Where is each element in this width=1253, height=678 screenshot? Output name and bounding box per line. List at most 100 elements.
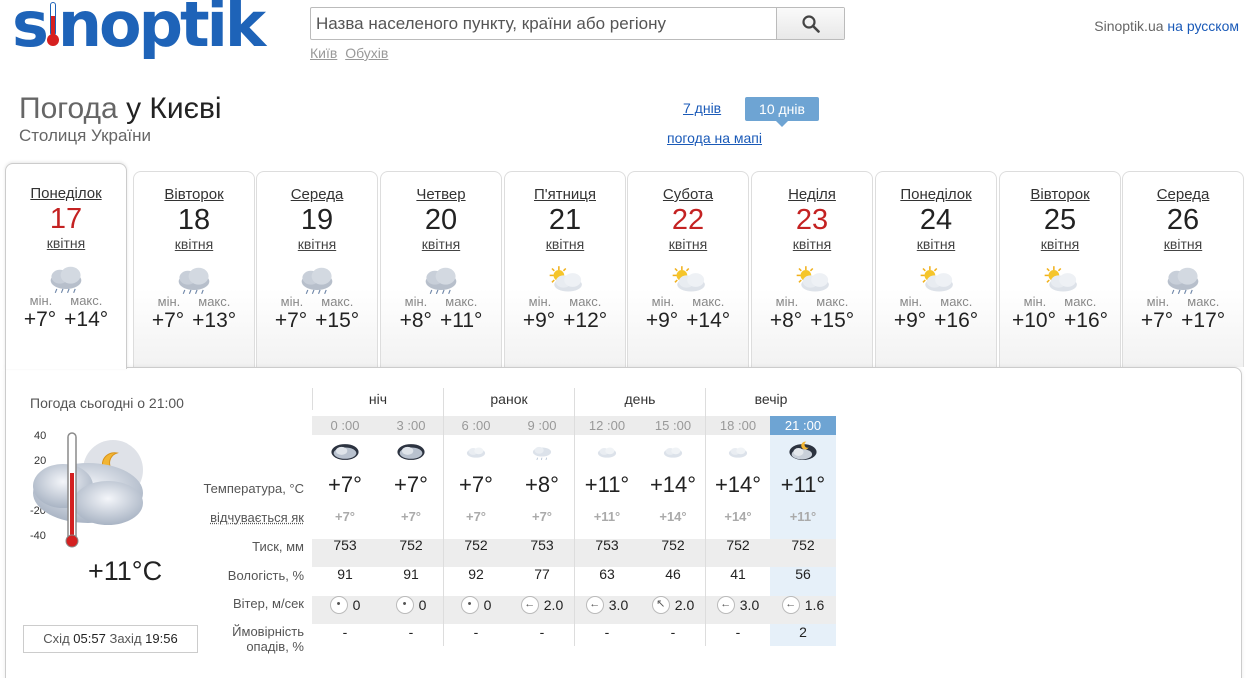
day-tab[interactable]: Четвер 20 квітня мін. макс. +8° +11° <box>380 171 502 367</box>
min-label: мін. <box>1023 294 1047 309</box>
day-name[interactable]: П'ятниця <box>505 186 625 203</box>
recent-city-link[interactable]: Київ <box>310 45 337 61</box>
hour-precipitation: - <box>604 624 610 640</box>
site-logo[interactable]: s noptik <box>12 0 266 56</box>
max-label: макс. <box>569 294 602 309</box>
day-tab[interactable]: Субота 22 квітня мін. макс. +9° +14° <box>627 171 749 367</box>
day-name[interactable]: Середа <box>257 186 377 203</box>
hour-feels-like: +7° <box>531 509 553 524</box>
day-tab[interactable]: Середа 26 квітня мін. макс. +7° +17° <box>1122 171 1244 367</box>
hour-pressure: 752 <box>661 537 685 553</box>
max-label: макс. <box>1064 294 1097 309</box>
max-temp: +12° <box>563 309 608 332</box>
sunset-time: 19:56 <box>145 631 178 646</box>
day-tab[interactable]: Понеділок 24 квітня мін. макс. +9° +16° <box>875 171 997 367</box>
range-7-days-link[interactable]: 7 днів <box>683 100 721 116</box>
hour-time[interactable]: 15 :00 <box>640 416 706 435</box>
min-label: мін. <box>29 293 53 308</box>
hour-humidity: 91 <box>403 566 419 582</box>
day-name[interactable]: Понеділок <box>876 186 996 203</box>
min-temp: +9° <box>522 309 556 332</box>
day-name[interactable]: Понеділок <box>6 185 126 202</box>
hour-time[interactable]: 12 :00 <box>574 416 640 435</box>
sun-times: Схід 05:57 Захід 19:56 <box>23 625 198 653</box>
day-name[interactable]: Середа <box>1123 186 1243 203</box>
hour-feels-like: +14° <box>724 509 752 524</box>
day-tab[interactable]: П'ятниця 21 квітня мін. макс. +9° +12° <box>504 171 626 367</box>
day-tab[interactable]: Вівторок 18 квітня мін. макс. +7° +13° <box>133 171 255 367</box>
min-max-values: +10° +16° <box>1000 309 1120 333</box>
recent-city-link[interactable]: Обухів <box>345 45 388 61</box>
hour-temperature: +14° <box>714 472 762 497</box>
search-button[interactable] <box>776 8 844 39</box>
range-10-days-tab[interactable]: 10 днів <box>745 97 819 127</box>
max-temp: +14° <box>686 309 731 332</box>
search-input[interactable] <box>311 8 776 39</box>
wind-direction-icon: ← <box>585 595 604 614</box>
hour-temperature: +11° <box>584 472 630 497</box>
hour-time[interactable]: 0 :00 <box>312 416 378 435</box>
day-date: 25 <box>1043 204 1077 236</box>
day-tab[interactable]: Середа 19 квітня мін. макс. +7° +15° <box>256 171 378 367</box>
partly-sunny-icon <box>549 266 582 292</box>
hour-time[interactable]: 9 :00 <box>509 416 575 435</box>
partly-sunny-icon <box>1044 266 1077 292</box>
min-temp: +7° <box>151 309 185 332</box>
day-date: 22 <box>671 204 705 236</box>
hour-humidity: 41 <box>730 566 746 582</box>
day-tab[interactable]: Неділя 23 квітня мін. макс. +8° +15° <box>751 171 873 367</box>
min-temp: +8° <box>769 309 803 332</box>
min-max-labels: мін. макс. <box>381 294 501 309</box>
max-temp: +16° <box>934 309 979 332</box>
day-name[interactable]: Субота <box>628 186 748 203</box>
hour-temperature: +7° <box>459 472 493 497</box>
day-name[interactable]: Вівторок <box>134 186 254 203</box>
min-max-labels: мін. макс. <box>134 294 254 309</box>
hour-pressure: 752 <box>791 537 815 553</box>
row-label-wind: Вітер, м/сек <box>232 596 304 611</box>
hour-wind: ← 1.6 <box>770 594 836 614</box>
hour-time[interactable]: 6 :00 <box>443 416 509 435</box>
period-label: вечір <box>705 388 836 410</box>
min-max-labels: мін. макс. <box>1123 294 1243 309</box>
day-tab[interactable]: Понеділок 17 квітня мін. макс. +7° +14° <box>5 163 127 369</box>
hour-time[interactable]: 21 :00 <box>770 416 836 435</box>
min-max-values: +7° +17° <box>1123 309 1243 333</box>
row-label-precipitation: Ймовірність опадів, % <box>232 624 304 654</box>
logo-thermometer-icon <box>46 0 59 48</box>
day-month: квітня <box>545 236 585 252</box>
min-max-labels: мін. макс. <box>628 294 748 309</box>
day-name[interactable]: Четвер <box>381 186 501 203</box>
light-cloud-icon <box>466 447 486 458</box>
hour-time[interactable]: 18 :00 <box>705 416 771 435</box>
row-label-feels-like[interactable]: відчувається як <box>210 510 304 525</box>
cloudy-rain-icon <box>1167 267 1199 295</box>
day-tab[interactable]: Вівторок 25 квітня мін. макс. +10° +16° <box>999 171 1121 367</box>
hour-time[interactable]: 3 :00 <box>378 416 444 435</box>
partly-sunny-icon <box>796 266 829 292</box>
max-temp: +14° <box>64 308 109 331</box>
weather-map-link[interactable]: погода на мапі <box>667 130 762 146</box>
hour-humidity: 92 <box>468 566 484 582</box>
day-date: 26 <box>1166 204 1200 236</box>
language-link[interactable]: на русском <box>1167 18 1239 34</box>
logo-text-post: noptik <box>57 0 266 61</box>
wind-direction-icon: ← <box>781 595 800 614</box>
hour-wind: • 0 <box>378 594 444 614</box>
wind-group: ↖ 2.0 <box>651 595 694 614</box>
min-max-labels: мін. макс. <box>505 294 625 309</box>
day-name[interactable]: Неділя <box>752 186 872 203</box>
hour-humidity: 77 <box>534 566 550 582</box>
day-name[interactable]: Вівторок <box>1000 186 1120 203</box>
day-date: 19 <box>300 204 334 236</box>
cloudy-rain-icon <box>425 267 457 295</box>
search-box <box>310 7 845 40</box>
day-month: квітня <box>792 236 832 252</box>
hour-pressure: 753 <box>333 537 357 553</box>
wind-group: • 0 <box>395 595 426 614</box>
wind-group: • 0 <box>329 595 360 614</box>
wind-speed: 0 <box>483 596 492 613</box>
day-month: квітня <box>174 236 214 252</box>
site-name: Sinoptik.ua <box>1094 18 1164 34</box>
period-divider <box>443 388 444 646</box>
